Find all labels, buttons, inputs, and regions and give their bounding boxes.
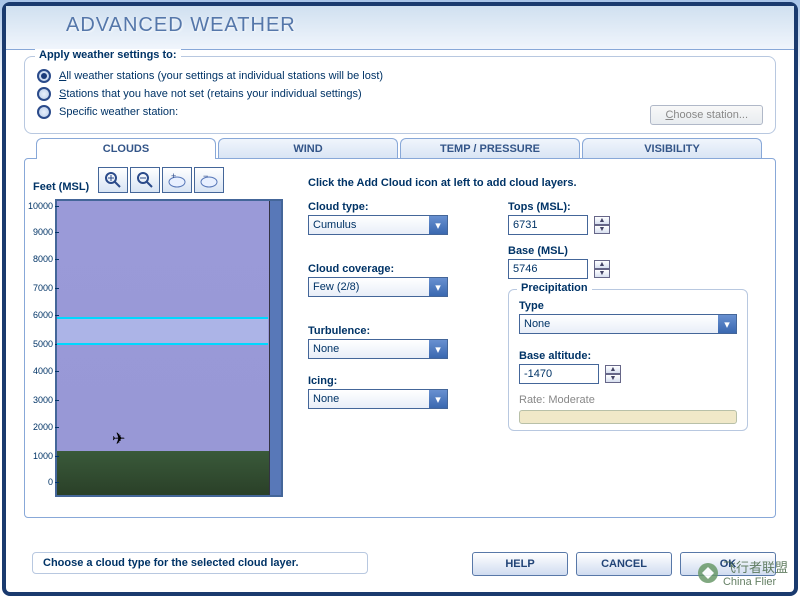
radio-all-stations[interactable]: All weather stations (your settings at i… (37, 69, 763, 83)
cloud-type-value: Cumulus (313, 219, 356, 231)
spin-up-icon[interactable]: ▲ (594, 216, 610, 225)
base-input[interactable]: 5746 (508, 259, 588, 279)
svg-text:+: + (171, 172, 176, 181)
tabs: CLOUDS WIND TEMP / PRESSURE VISIBILITY (36, 138, 764, 159)
title-bar: ADVANCED WEATHER (6, 6, 794, 50)
precip-type-label: Type (519, 300, 737, 312)
feet-msl-label: Feet (MSL) (33, 181, 89, 193)
tops-spinner[interactable]: ▲▼ (594, 216, 610, 234)
precip-type-select[interactable]: None ▾ (519, 314, 737, 334)
icing-select[interactable]: None ▾ (308, 389, 448, 409)
chevron-down-icon: ▾ (718, 315, 736, 333)
watermark-cn: 飞行者联盟 (723, 557, 788, 576)
status-bar: Choose a cloud type for the selected clo… (32, 552, 368, 574)
radio-all-label: All weather stations (your settings at i… (59, 70, 383, 82)
watermark-en: China Flier (723, 576, 788, 588)
instruction-text: Click the Add Cloud icon at left to add … (308, 177, 748, 189)
cloud-layer-band[interactable] (57, 317, 268, 345)
chart-scrollbar[interactable] (269, 201, 281, 495)
turbulence-value: None (313, 343, 339, 355)
tick: 6000 (33, 310, 53, 320)
cloud-type-label: Cloud type: (308, 201, 488, 213)
tops-label: Tops (MSL): (508, 201, 748, 213)
precip-base-alt-label: Base altitude: (519, 350, 737, 362)
add-cloud-icon[interactable]: + (162, 167, 192, 193)
rate-row: Rate: Moderate (519, 394, 737, 406)
radio-notset-label: Stations that you have not set (retains … (59, 88, 362, 100)
icing-label: Icing: (308, 375, 488, 387)
precip-base-alt-input[interactable]: -1470 (519, 364, 599, 384)
radio-specific-label: Specific weather station: (59, 106, 178, 118)
tab-temp-pressure[interactable]: TEMP / PRESSURE (400, 138, 580, 159)
cloud-type-select[interactable]: Cumulus ▾ (308, 215, 448, 235)
spin-down-icon[interactable]: ▼ (594, 269, 610, 278)
tick: 9000 (33, 227, 53, 237)
rate-value: Moderate (548, 394, 594, 406)
remove-cloud-icon[interactable]: − (194, 167, 224, 193)
choose-station-button: Choose station... (650, 105, 763, 125)
aircraft-icon: ✈ (112, 429, 125, 449)
tab-clouds[interactable]: CLOUDS (36, 138, 216, 159)
radio-icon (37, 87, 51, 101)
base-spinner[interactable]: ▲▼ (594, 260, 610, 278)
cloud-coverage-select[interactable]: Few (2/8) ▾ (308, 277, 448, 297)
tick: 3000 (33, 395, 53, 405)
tab-visibility[interactable]: VISIBILITY (582, 138, 762, 159)
precip-base-alt-spinner[interactable]: ▲▼ (605, 365, 621, 383)
altitude-chart[interactable]: 10000 9000 8000 7000 6000 5000 4000 3000… (55, 199, 283, 497)
tab-content: Feet (MSL) + − 10000 9000 (24, 158, 776, 518)
page-title: ADVANCED WEATHER (66, 14, 774, 37)
apply-weather-group: Apply weather settings to: All weather s… (24, 56, 776, 134)
tick: 7000 (33, 283, 53, 293)
tick: 5000 (33, 339, 53, 349)
apply-legend: Apply weather settings to: (35, 49, 181, 61)
radio-icon (37, 105, 51, 119)
icing-value: None (313, 393, 339, 405)
tick: 4000 (33, 366, 53, 376)
svg-text:−: − (203, 172, 208, 181)
radio-icon (37, 69, 51, 83)
cancel-button[interactable]: CANCEL (576, 552, 672, 576)
logo-icon (697, 562, 719, 584)
tick: 10000 (28, 201, 53, 211)
base-label: Base (MSL) (508, 245, 748, 257)
turbulence-label: Turbulence: (308, 325, 488, 337)
altitude-scale: 10000 9000 8000 7000 6000 5000 4000 3000… (21, 201, 55, 495)
tick: 2000 (33, 422, 53, 432)
spin-down-icon[interactable]: ▼ (605, 374, 621, 383)
radio-not-set[interactable]: Stations that you have not set (retains … (37, 87, 763, 101)
tab-wind[interactable]: WIND (218, 138, 398, 159)
precipitation-group: Precipitation Type None ▾ Base altitude:… (508, 289, 748, 431)
zoom-in-icon[interactable] (98, 167, 128, 193)
precip-type-value: None (524, 318, 550, 330)
cloud-coverage-value: Few (2/8) (313, 281, 359, 293)
chevron-down-icon: ▾ (429, 390, 447, 408)
help-button[interactable]: HELP (472, 552, 568, 576)
spin-up-icon[interactable]: ▲ (594, 260, 610, 269)
turbulence-select[interactable]: None ▾ (308, 339, 448, 359)
tick: 8000 (33, 254, 53, 264)
zoom-out-icon[interactable] (130, 167, 160, 193)
spin-down-icon[interactable]: ▼ (594, 225, 610, 234)
precip-legend: Precipitation (517, 282, 592, 294)
tick: 0 (48, 477, 53, 487)
chevron-down-icon: ▾ (429, 340, 447, 358)
spin-up-icon[interactable]: ▲ (605, 365, 621, 374)
tick: 1000 (33, 451, 53, 461)
rate-slider (519, 410, 737, 424)
cloud-coverage-label: Cloud coverage: (308, 263, 488, 275)
chevron-down-icon: ▾ (429, 278, 447, 296)
watermark: 飞行者联盟 China Flier (697, 557, 788, 588)
rate-label: Rate: (519, 394, 545, 406)
chevron-down-icon: ▾ (429, 216, 447, 234)
tops-input[interactable]: 6731 (508, 215, 588, 235)
